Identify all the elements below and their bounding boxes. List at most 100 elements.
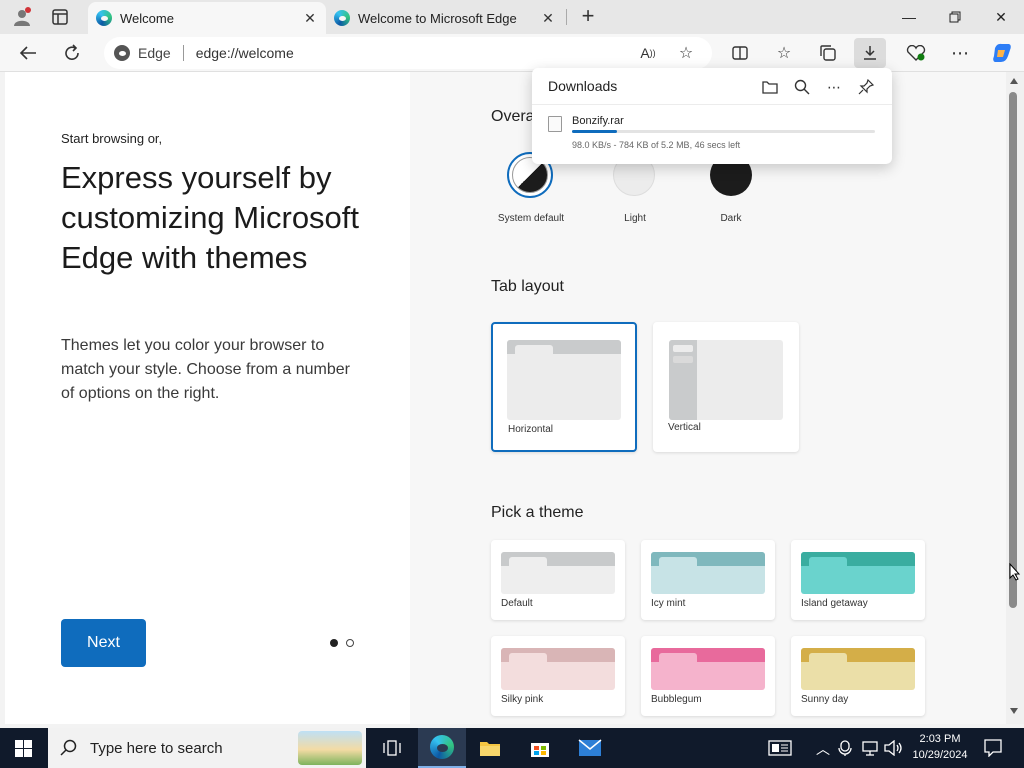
settings-more-icon[interactable]: ⋯ — [946, 39, 974, 67]
network-icon[interactable] — [862, 740, 878, 761]
scroll-up-arrow[interactable] — [1010, 78, 1018, 84]
mail-icon[interactable] — [566, 728, 614, 768]
windows-start-icon[interactable] — [15, 740, 32, 757]
layout-label: Vertical — [668, 422, 701, 433]
scroll-thumb[interactable] — [1009, 92, 1017, 608]
layout-vertical-card[interactable]: Vertical — [653, 322, 799, 452]
open-folder-icon[interactable] — [759, 76, 781, 98]
close-tab-icon[interactable]: ✕ — [540, 10, 556, 27]
downloads-title: Downloads — [548, 78, 618, 94]
clock-time: 2:03 PM — [919, 733, 961, 745]
file-icon — [548, 116, 562, 132]
theme-preview — [801, 552, 915, 594]
search-placeholder: Type here to search — [90, 739, 223, 757]
overall-appearance-title: Overa — [491, 108, 535, 125]
pager-dot[interactable] — [346, 639, 354, 647]
tab-welcome[interactable]: Welcome ✕ — [88, 2, 326, 34]
page-description: Themes let you color your browser to mat… — [61, 337, 351, 402]
layout-preview — [669, 340, 783, 420]
next-button[interactable]: Next — [61, 619, 146, 667]
more-options-icon[interactable]: ⋯ — [823, 76, 845, 98]
collections-icon[interactable] — [814, 39, 842, 67]
tab-title: Welcome — [120, 10, 174, 26]
site-identity[interactable]: Edge — [114, 45, 171, 61]
theme-label: Sunny day — [801, 694, 849, 705]
edge-icon — [96, 10, 112, 26]
edge-taskbar-icon[interactable] — [418, 728, 466, 768]
theme-preview — [651, 552, 765, 594]
downloads-button[interactable] — [854, 38, 886, 68]
download-icon — [864, 46, 876, 60]
theme-card[interactable]: Sunny day — [791, 636, 925, 716]
close-window-button[interactable]: ✕ — [978, 0, 1024, 34]
clock[interactable]: 2:03 PM 10/29/2024 — [908, 731, 972, 763]
toolbar: Edge edge://welcome A)) ☆ ☆ ⋯ — [0, 34, 1024, 72]
mouse-cursor-icon — [1009, 562, 1021, 586]
start-browsing-text: Start browsing or, — [61, 131, 163, 146]
theme-preview — [801, 648, 915, 690]
restore-button[interactable] — [932, 0, 978, 34]
search-icon[interactable] — [791, 76, 813, 98]
address-bar[interactable]: Edge edge://welcome — [104, 37, 712, 69]
address-divider — [182, 45, 184, 61]
theme-card[interactable]: Default — [491, 540, 625, 620]
file-explorer-icon[interactable] — [466, 728, 514, 768]
download-status: 98.0 KB/s - 784 KB of 5.2 MB, 46 secs le… — [572, 140, 741, 150]
mode-label: Dark — [720, 213, 742, 224]
tab-welcome-to-edge[interactable]: Welcome to Microsoft Edge ✕ — [326, 2, 564, 34]
layout-preview — [507, 340, 621, 420]
store-icon[interactable] — [516, 728, 564, 768]
news-widget-icon[interactable] — [756, 728, 804, 768]
split-screen-icon[interactable] — [726, 39, 754, 67]
browser-essentials-icon[interactable] — [902, 39, 930, 67]
read-aloud-icon[interactable]: A)) — [634, 39, 662, 67]
taskbar-search[interactable]: Type here to search — [48, 728, 366, 768]
volume-icon[interactable] — [884, 739, 902, 761]
layout-label: Horizontal — [508, 424, 554, 435]
tab-actions-icon[interactable] — [52, 9, 68, 25]
new-tab-button[interactable]: + — [576, 5, 600, 29]
theme-label: Silky pink — [501, 694, 544, 705]
layout-horizontal-card[interactable]: Horizontal — [491, 322, 637, 452]
theme-card[interactable]: Silky pink — [491, 636, 625, 716]
tab-layout-title: Tab layout — [491, 278, 564, 295]
screen: Welcome ✕ Welcome to Microsoft Edge ✕ + … — [0, 0, 1024, 768]
site-label: Edge — [138, 45, 171, 61]
downloads-flyout: Downloads ⋯ Bonzify.rar 98.0 KB/s - 784 … — [532, 68, 892, 164]
download-progress-fill — [572, 130, 618, 133]
scroll-down-arrow[interactable] — [1010, 708, 1018, 714]
pin-icon[interactable] — [855, 76, 877, 98]
url-text[interactable]: edge://welcome — [196, 45, 294, 61]
favorite-star-icon[interactable]: ☆ — [672, 39, 700, 67]
theme-label: Icy mint — [651, 598, 686, 609]
theme-preview — [501, 648, 615, 690]
task-view-icon[interactable] — [368, 728, 416, 768]
refresh-icon[interactable] — [58, 39, 86, 67]
pager-dot-active[interactable] — [330, 639, 338, 647]
tray-chevron-icon[interactable]: ︿ — [816, 739, 830, 759]
theme-card[interactable]: Icy mint — [641, 540, 775, 620]
download-file-name[interactable]: Bonzify.rar — [572, 115, 624, 127]
notifications-icon[interactable] — [984, 739, 1002, 762]
profile-icon[interactable] — [12, 7, 32, 27]
back-icon[interactable] — [14, 39, 42, 67]
tab-divider — [566, 9, 567, 25]
minimize-button[interactable]: — — [886, 0, 932, 34]
close-tab-icon[interactable]: ✕ — [302, 10, 318, 27]
theme-card[interactable]: Bubblegum — [641, 636, 775, 716]
theme-preview — [651, 648, 765, 690]
theme-card[interactable]: Island getaway — [791, 540, 925, 620]
flyout-divider — [532, 104, 892, 105]
taskbar: Type here to search ︿ 2:03 PM 10/29/2024 — [0, 728, 1024, 768]
meet-now-icon[interactable] — [838, 740, 852, 761]
favorites-icon[interactable]: ☆ — [770, 39, 798, 67]
page-headline: Express yourself by customizing Microsof… — [61, 160, 360, 275]
mode-label: System default — [497, 213, 565, 224]
theme-label: Default — [501, 598, 533, 609]
search-highlight-image — [298, 731, 362, 765]
copilot-icon[interactable] — [988, 39, 1016, 67]
title-bar: Welcome ✕ Welcome to Microsoft Edge ✕ + … — [0, 0, 1024, 34]
search-icon — [60, 739, 77, 756]
theme-preview — [501, 552, 615, 594]
download-progress-track — [572, 130, 875, 133]
